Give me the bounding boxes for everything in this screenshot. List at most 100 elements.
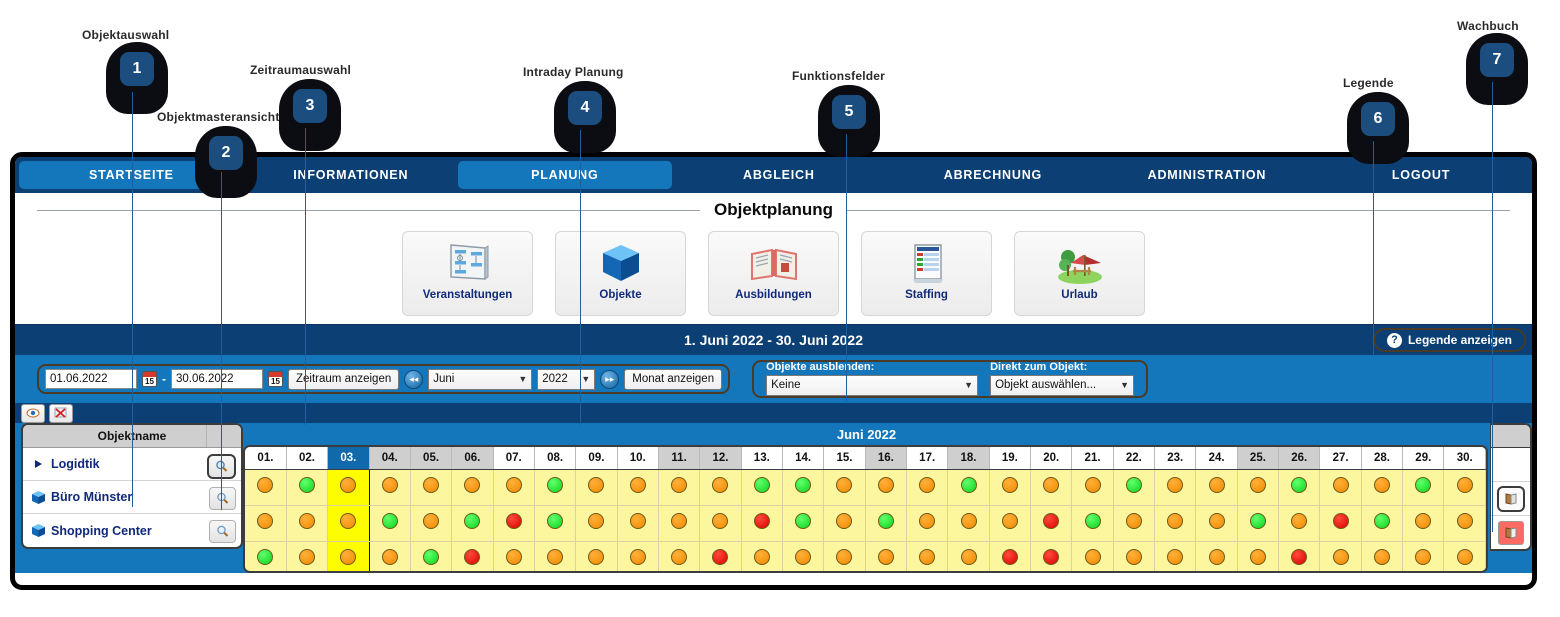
status-cell-r2-03[interactable] — [327, 541, 370, 571]
day-header-15[interactable]: 15. — [823, 447, 866, 470]
status-cell-r1-02[interactable] — [286, 505, 329, 542]
day-header-30[interactable]: 30. — [1443, 447, 1486, 470]
status-cell-r1-04[interactable] — [369, 505, 411, 542]
status-cell-r2-14[interactable] — [782, 541, 825, 571]
status-cell-r2-24[interactable] — [1195, 541, 1238, 571]
status-cell-r2-10[interactable] — [617, 541, 659, 571]
list-item[interactable]: Logidtik — [23, 448, 241, 481]
status-cell-r0-24[interactable] — [1195, 469, 1238, 506]
calendar-picker-to-icon[interactable]: 15 — [268, 371, 283, 387]
day-header-28[interactable]: 28. — [1361, 447, 1404, 470]
day-header-12[interactable]: 12. — [699, 447, 742, 470]
status-cell-r1-09[interactable] — [575, 505, 618, 542]
month-select[interactable]: Juni ▼ — [428, 368, 533, 390]
status-cell-r0-21[interactable] — [1071, 469, 1114, 506]
status-cell-r0-09[interactable] — [575, 469, 618, 506]
status-cell-r1-14[interactable] — [782, 505, 825, 542]
status-cell-r2-05[interactable] — [410, 541, 453, 571]
day-header-02[interactable]: 02. — [286, 447, 329, 470]
status-cell-r0-06[interactable] — [451, 469, 494, 506]
status-cell-r2-25[interactable] — [1237, 541, 1280, 571]
status-cell-r1-28[interactable] — [1361, 505, 1404, 542]
status-cell-r0-23[interactable] — [1154, 469, 1197, 506]
status-cell-r1-27[interactable] — [1319, 505, 1362, 542]
status-cell-r1-01[interactable] — [245, 505, 287, 542]
show-period-button[interactable]: Zeitraum anzeigen — [288, 368, 400, 390]
day-header-10[interactable]: 10. — [617, 447, 659, 470]
nav-item-administration[interactable]: ADMINISTRATION — [1100, 161, 1314, 189]
status-cell-r1-17[interactable] — [906, 505, 949, 542]
show-legend-button[interactable]: ? Legende anzeigen — [1372, 328, 1526, 352]
status-cell-r1-11[interactable] — [658, 505, 701, 542]
status-cell-r1-15[interactable] — [823, 505, 866, 542]
status-cell-r2-15[interactable] — [823, 541, 866, 571]
list-item[interactable]: Shopping Center — [23, 514, 241, 547]
status-cell-r2-20[interactable] — [1030, 541, 1073, 571]
status-cell-r0-14[interactable] — [782, 469, 825, 506]
status-cell-r2-23[interactable] — [1154, 541, 1197, 571]
status-cell-r2-09[interactable] — [575, 541, 618, 571]
status-cell-r0-17[interactable] — [906, 469, 949, 506]
status-cell-r1-08[interactable] — [534, 505, 577, 542]
day-header-05[interactable]: 05. — [410, 447, 453, 470]
status-cell-r0-20[interactable] — [1030, 469, 1073, 506]
status-cell-r2-26[interactable] — [1278, 541, 1321, 571]
tile-ausbildungen[interactable]: Ausbildungen — [708, 231, 839, 316]
status-cell-r1-16[interactable] — [865, 505, 908, 542]
status-cell-r0-25[interactable] — [1237, 469, 1280, 506]
status-cell-r1-18[interactable] — [947, 505, 990, 542]
nav-item-abrechnung[interactable]: ABRECHNUNG — [886, 161, 1100, 189]
status-cell-r2-02[interactable] — [286, 541, 329, 571]
eye-icon[interactable] — [21, 403, 45, 423]
status-cell-r1-03[interactable] — [327, 505, 370, 542]
day-header-18[interactable]: 18. — [947, 447, 990, 470]
tile-veranstaltungen[interactable]: Veranstaltungen — [402, 231, 533, 316]
date-from-input[interactable]: 01.06.2022 — [45, 369, 137, 389]
status-cell-r0-18[interactable] — [947, 469, 990, 506]
wachbuch-cell-2[interactable] — [1491, 516, 1530, 549]
day-header-16[interactable]: 16. — [865, 447, 908, 470]
nav-item-informationen[interactable]: INFORMATIONEN — [244, 161, 458, 189]
status-cell-r0-30[interactable] — [1443, 469, 1486, 506]
day-header-29[interactable]: 29. — [1402, 447, 1445, 470]
status-cell-r1-20[interactable] — [1030, 505, 1073, 542]
status-cell-r2-30[interactable] — [1443, 541, 1486, 571]
status-cell-r1-13[interactable] — [741, 505, 783, 542]
status-cell-r0-11[interactable] — [658, 469, 701, 506]
status-cell-r0-10[interactable] — [617, 469, 659, 506]
day-header-09[interactable]: 09. — [575, 447, 618, 470]
hide-objects-select[interactable]: Keine ▼ — [766, 375, 979, 396]
status-cell-r0-16[interactable] — [865, 469, 908, 506]
status-cell-r2-11[interactable] — [658, 541, 701, 571]
status-cell-r1-21[interactable] — [1071, 505, 1114, 542]
status-cell-r2-17[interactable] — [906, 541, 949, 571]
day-header-22[interactable]: 22. — [1113, 447, 1156, 470]
status-cell-r2-19[interactable] — [989, 541, 1032, 571]
nav-item-abgleich[interactable]: ABGLEICH — [672, 161, 886, 189]
status-cell-r0-13[interactable] — [741, 469, 783, 506]
day-header-21[interactable]: 21. — [1071, 447, 1114, 470]
status-cell-r0-22[interactable] — [1113, 469, 1156, 506]
tile-urlaub[interactable]: Urlaub — [1014, 231, 1145, 316]
day-header-06[interactable]: 06. — [451, 447, 494, 470]
status-cell-r1-23[interactable] — [1154, 505, 1197, 542]
day-header-17[interactable]: 17. — [906, 447, 949, 470]
red-cross-clear-icon[interactable] — [49, 403, 73, 423]
status-cell-r0-07[interactable] — [493, 469, 535, 506]
nav-item-logout[interactable]: LOGOUT — [1314, 161, 1528, 189]
nav-item-planung[interactable]: PLANUNG — [457, 161, 672, 189]
object-search-button-1[interactable] — [209, 487, 236, 510]
status-cell-r2-06[interactable] — [451, 541, 494, 571]
wachbuch-book-icon[interactable] — [1496, 485, 1525, 512]
status-cell-r1-30[interactable] — [1443, 505, 1486, 542]
status-cell-r1-12[interactable] — [699, 505, 742, 542]
day-header-13[interactable]: 13. — [741, 447, 783, 470]
status-cell-r1-06[interactable] — [451, 505, 494, 542]
status-cell-r0-08[interactable] — [534, 469, 577, 506]
status-cell-r1-25[interactable] — [1237, 505, 1280, 542]
direct-object-select[interactable]: Objekt auswählen... ▼ — [990, 375, 1135, 396]
status-cell-r2-12[interactable] — [699, 541, 742, 571]
status-cell-r0-15[interactable] — [823, 469, 866, 506]
list-item[interactable]: Büro Münster — [23, 481, 241, 514]
status-cell-r0-12[interactable] — [699, 469, 742, 506]
